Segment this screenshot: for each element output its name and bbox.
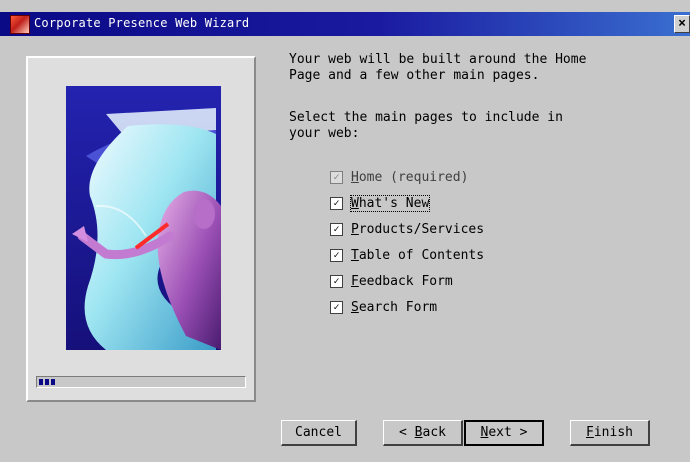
page-checkbox-home: ✓ Home (required) [330,164,484,190]
close-button[interactable]: × [674,15,690,33]
progress-fill [39,379,55,385]
cancel-button[interactable]: Cancel [281,420,357,446]
progress-block [39,379,43,385]
wizard-picture-panel [26,56,256,402]
prompt-text: Select the main pages to include in your… [289,110,563,141]
progress-block [51,379,55,385]
checkbox-box[interactable]: ✓ [330,248,343,262]
checkbox-label[interactable]: Feedback Form [351,274,453,289]
finish-button[interactable]: Finish [570,420,650,446]
app-icon [10,15,30,34]
checkbox-box[interactable]: ✓ [330,274,343,288]
checkbox-label[interactable]: Search Form [351,300,437,315]
window-title: Corporate Presence Web Wizard [34,16,250,30]
title-bar[interactable]: Corporate Presence Web Wizard × [0,12,690,36]
checkbox-box: ✓ [330,170,343,184]
page-checkbox-feedback-form[interactable]: ✓ Feedback Form [330,268,484,294]
checkbox-label: Home (required) [351,169,469,185]
checkbox-box[interactable]: ✓ [330,196,343,210]
wizard-progress-bar [36,376,246,388]
page-checklist: ✓ Home (required) ✓ What's New ✓ Product… [330,164,484,320]
next-button[interactable]: Next > [464,420,544,446]
page-checkbox-search-form[interactable]: ✓ Search Form [330,294,484,320]
checkbox-label[interactable]: Products/Services [351,222,484,237]
checkbox-box[interactable]: ✓ [330,222,343,236]
page-checkbox-whats-new[interactable]: ✓ What's New [330,190,484,216]
checkbox-label[interactable]: What's New [349,194,431,212]
page-checkbox-products-services[interactable]: ✓ Products/Services [330,216,484,242]
wizard-illustration [66,86,221,350]
progress-block [45,379,49,385]
intro-text: Your web will be built around the Home P… [289,52,587,83]
wizard-window: Corporate Presence Web Wizard × Your web… [0,0,690,462]
checkbox-label[interactable]: Table of Contents [351,248,484,263]
back-button[interactable]: < Back [383,420,463,446]
page-checkbox-table-of-contents[interactable]: ✓ Table of Contents [330,242,484,268]
checkbox-box[interactable]: ✓ [330,300,343,314]
illustration-art [66,86,221,350]
